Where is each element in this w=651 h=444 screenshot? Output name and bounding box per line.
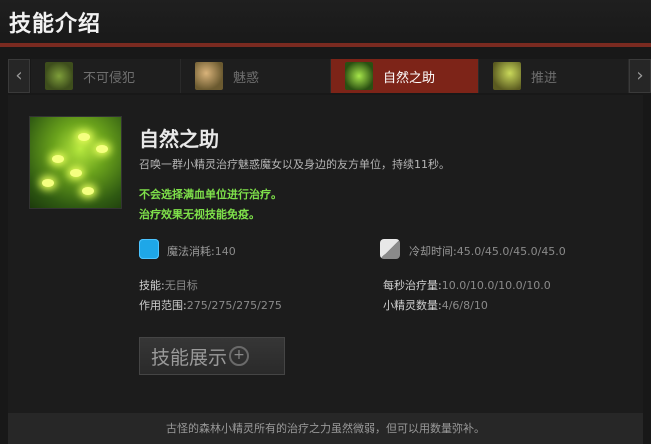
cooldown-icon [380,239,400,259]
tab-label: 推进 [531,70,558,86]
skill-demo-button[interactable]: 技能展示 + [139,337,285,375]
tab-ability-2[interactable]: 魅惑 [181,59,331,93]
ability-icon-enchant-1 [45,62,73,90]
mana-icon [139,239,159,259]
effect-radius: 作用范围:275/275/275/275 [139,297,282,313]
ability-type: 技能:无目标 [139,277,198,293]
header: 技能介绍 [0,0,651,47]
wisp-count: 小精灵数量:4/6/8/10 [383,297,488,313]
skill-description: 召唤一群小精灵治疗魅惑魔女以及身边的友方单位，持续11秒。 [139,158,450,171]
cooldown: 冷却时间:45.0/45.0/45.0/45.0 [409,243,566,259]
ability-type-label: 技能: [139,279,165,292]
mana-cost-label: 魔法消耗: [167,245,215,258]
mana-cost-value: 140 [214,245,236,258]
wisp-count-value: 4/6/8/10 [441,299,488,312]
chevron-right-icon[interactable]: › [629,59,651,93]
cooldown-value: 45.0/45.0/45.0/45.0 [456,245,566,258]
tab-label: 不可侵犯 [83,70,136,86]
skill-name: 自然之助 [139,127,219,151]
heal-per-second-label: 每秒治疗量: [383,279,442,292]
wisp-count-label: 小精灵数量: [383,299,442,312]
mana-cost: 魔法消耗:140 [167,243,236,259]
lore-text: 古怪的森林小精灵所有的治疗之力虽然微弱，但可以用数量弥补。 [8,413,643,444]
ability-icon-natures-attendants [345,62,373,90]
ability-tabbar: ‹ 不可侵犯 魅惑 自然之助 推进 › [0,57,651,95]
effect-radius-value: 275/275/275/275 [186,299,282,312]
tab-label: 魅惑 [233,70,260,86]
tab-label: 自然之助 [383,70,436,86]
ability-icon-enchant-2 [195,62,223,90]
heal-per-second: 每秒治疗量:10.0/10.0/10.0/10.0 [383,277,551,293]
chevron-left-icon[interactable]: ‹ [8,59,30,93]
plus-circle-icon: + [229,346,250,366]
cooldown-label: 冷却时间: [409,245,457,258]
skill-demo-label: 技能展示 [151,346,228,369]
tab-ability-1[interactable]: 不可侵犯 [31,59,181,93]
tab-ability-3[interactable]: 自然之助 [331,59,479,93]
tab-ability-4[interactable]: 推进 [479,59,629,93]
skill-note: 治疗效果无视技能免疫。 [139,208,260,221]
ability-icon-impetus [493,62,521,90]
skill-note: 不会选择满血单位进行治疗。 [139,188,282,201]
heal-per-second-value: 10.0/10.0/10.0/10.0 [441,279,551,292]
effect-radius-label: 作用范围: [139,299,187,312]
ability-type-value: 无目标 [164,279,198,292]
page-title: 技能介绍 [9,12,102,37]
header-divider [0,43,651,47]
natures-attendants-icon [30,117,121,208]
